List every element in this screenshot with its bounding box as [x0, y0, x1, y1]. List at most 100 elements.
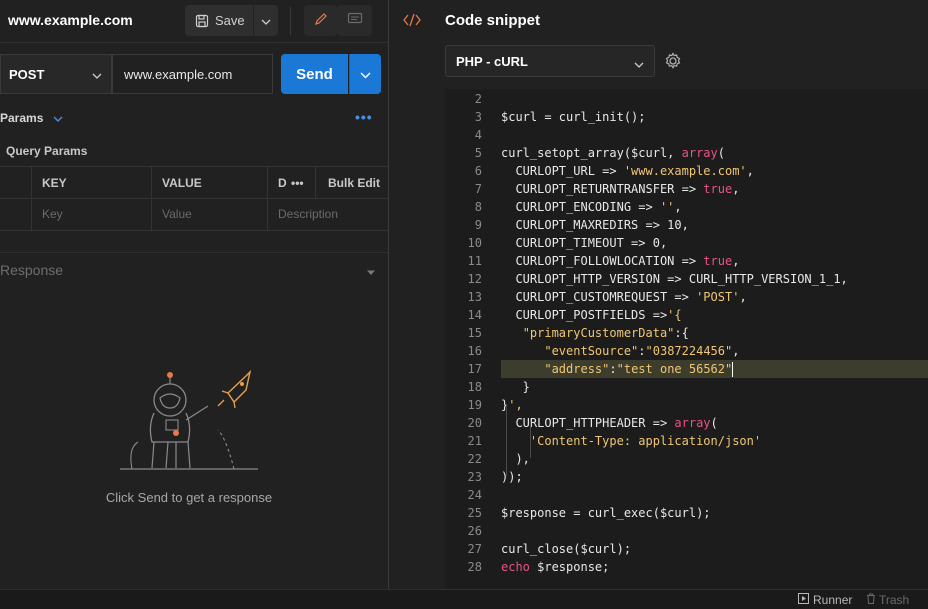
- code-line[interactable]: 6 CURLOPT_URL => 'www.example.com',: [445, 162, 928, 180]
- code-line[interactable]: 28 echo $response;: [445, 558, 928, 576]
- code-line[interactable]: 3 $curl = curl_init();: [445, 108, 928, 126]
- line-number: 21: [467, 434, 482, 448]
- save-options-button[interactable]: [254, 5, 278, 36]
- response-title: Response: [0, 262, 64, 278]
- code-line[interactable]: 10 CURLOPT_TIMEOUT => 0,: [445, 234, 928, 252]
- language-select[interactable]: PHP - cURL: [445, 45, 655, 77]
- pencil-icon: [314, 12, 328, 29]
- tab-params[interactable]: Params: [0, 111, 63, 125]
- chevron-down-icon: [92, 67, 102, 82]
- bulk-edit-button[interactable]: Bulk Edit: [315, 167, 388, 199]
- code-line[interactable]: 14 CURLOPT_POSTFIELDS =>'{: [445, 306, 928, 324]
- trash-button[interactable]: Trash: [866, 593, 909, 607]
- url-input[interactable]: www.example.com: [112, 54, 273, 94]
- play-icon: [798, 593, 809, 607]
- runner-button[interactable]: Runner: [798, 593, 852, 607]
- code-text: 'Content-Type: application/json': [529, 434, 762, 448]
- code-line[interactable]: 21 'Content-Type: application/json': [445, 432, 928, 450]
- edit-button[interactable]: [304, 5, 337, 36]
- code-text: CURLOPT_MAXREDIRS => 10,: [501, 218, 689, 232]
- chevron-down-icon: [634, 56, 644, 71]
- code-editor[interactable]: 2 3 $curl = curl_init(); 4 5 curl_setopt_arra…: [445, 89, 928, 589]
- key-input[interactable]: Key: [31, 198, 151, 230]
- code-line[interactable]: 27 curl_close($curl);: [445, 540, 928, 558]
- code-line[interactable]: 5 curl_setopt_array($curl, array(: [445, 144, 928, 162]
- line-number: 18: [467, 380, 482, 394]
- code-line[interactable]: 23));: [445, 468, 928, 486]
- method-label: POST: [9, 66, 45, 82]
- line-number: 24: [467, 488, 482, 502]
- code-line[interactable]: 25 $response = curl_exec($curl);: [445, 504, 928, 522]
- code-line[interactable]: 9 CURLOPT_MAXREDIRS => 10,: [445, 216, 928, 234]
- chevron-down-icon: [360, 67, 371, 82]
- line-number: 11: [467, 254, 482, 268]
- comment-icon: [347, 12, 363, 29]
- line-number: 4: [474, 128, 482, 142]
- code-line[interactable]: 12 CURLOPT_HTTP_VERSION => CURL_HTTP_VER…: [445, 270, 928, 288]
- method-select[interactable]: POST: [0, 54, 112, 94]
- save-button[interactable]: Save: [185, 5, 253, 36]
- code-line[interactable]: 18 }: [445, 378, 928, 396]
- more-dots-icon[interactable]: •••: [285, 167, 315, 199]
- code-text: CURLOPT_TIMEOUT => 0,: [501, 236, 668, 250]
- code-text: "primaryCustomerData":{: [522, 326, 689, 340]
- code-text: CURLOPT_POSTFIELDS =>'{: [501, 308, 682, 322]
- line-number: 5: [474, 146, 482, 160]
- description-input[interactable]: Description: [267, 198, 388, 230]
- gear-icon[interactable]: [664, 52, 682, 73]
- code-text: ));: [501, 470, 523, 484]
- send-options-button[interactable]: [349, 54, 381, 94]
- row-checkbox[interactable]: [0, 198, 31, 230]
- empty-response-message: Click Send to get a response: [105, 490, 273, 505]
- code-icon[interactable]: [403, 13, 421, 30]
- trash-icon: [866, 593, 876, 607]
- code-text: }: [501, 380, 530, 394]
- table-row: Key Value Description: [0, 198, 388, 231]
- code-line[interactable]: 19}',: [445, 396, 928, 414]
- code-line[interactable]: 4: [445, 126, 928, 144]
- line-number: 26: [467, 524, 482, 538]
- code-text: }',: [501, 398, 523, 412]
- description-column-header: D: [267, 167, 287, 199]
- code-line[interactable]: 11 CURLOPT_FOLLOWLOCATION => true,: [445, 252, 928, 270]
- code-line[interactable]: 13 CURLOPT_CUSTOMREQUEST => 'POST',: [445, 288, 928, 306]
- code-line[interactable]: 2: [445, 90, 928, 108]
- send-button[interactable]: Send: [281, 54, 348, 94]
- code-text: "address":"test one 56562": [544, 362, 734, 377]
- toolbar-divider: [290, 7, 291, 35]
- line-number: 23: [467, 470, 482, 484]
- code-line[interactable]: 7 CURLOPT_RETURNTRANSFER => true,: [445, 180, 928, 198]
- pane-divider[interactable]: [388, 0, 389, 589]
- line-number: 17: [467, 362, 482, 376]
- code-line[interactable]: 20 CURLOPT_HTTPHEADER => array(: [445, 414, 928, 432]
- line-number: 28: [467, 560, 482, 574]
- checkbox-column-header: [0, 167, 31, 199]
- value-column-header: VALUE: [151, 167, 267, 199]
- response-divider: [0, 252, 388, 253]
- code-line[interactable]: 24: [445, 486, 928, 504]
- comments-button[interactable]: [337, 5, 372, 36]
- line-number: 2: [474, 92, 482, 106]
- more-dots-icon[interactable]: •••: [355, 109, 373, 125]
- line-number: 25: [467, 506, 482, 520]
- code-text: CURLOPT_HTTPHEADER => array(: [501, 416, 718, 430]
- header-divider: [0, 42, 388, 43]
- chevron-down-icon[interactable]: [366, 264, 376, 279]
- code-line[interactable]: 15 "primaryCustomerData":{: [445, 324, 928, 342]
- line-number: 27: [467, 542, 482, 556]
- code-line[interactable]: 16 "eventSource":"0387224456",: [445, 342, 928, 360]
- code-text: echo $response;: [501, 560, 610, 574]
- code-text: CURLOPT_FOLLOWLOCATION => true,: [501, 254, 740, 268]
- line-number: 8: [474, 200, 482, 214]
- save-icon: [195, 14, 209, 28]
- line-number: 7: [474, 182, 482, 196]
- request-title[interactable]: www.example.com: [8, 12, 133, 28]
- code-line[interactable]: 26: [445, 522, 928, 540]
- code-text: CURLOPT_HTTP_VERSION => CURL_HTTP_VERSIO…: [501, 272, 848, 286]
- save-label: Save: [215, 13, 245, 28]
- code-line[interactable]: 22 ),: [445, 450, 928, 468]
- table-header-row: KEY VALUE D ••• Bulk Edit: [0, 166, 388, 199]
- value-input[interactable]: Value: [151, 198, 267, 230]
- code-line[interactable]: 17 "address":"test one 56562": [445, 360, 928, 378]
- code-line[interactable]: 8 CURLOPT_ENCODING => '',: [445, 198, 928, 216]
